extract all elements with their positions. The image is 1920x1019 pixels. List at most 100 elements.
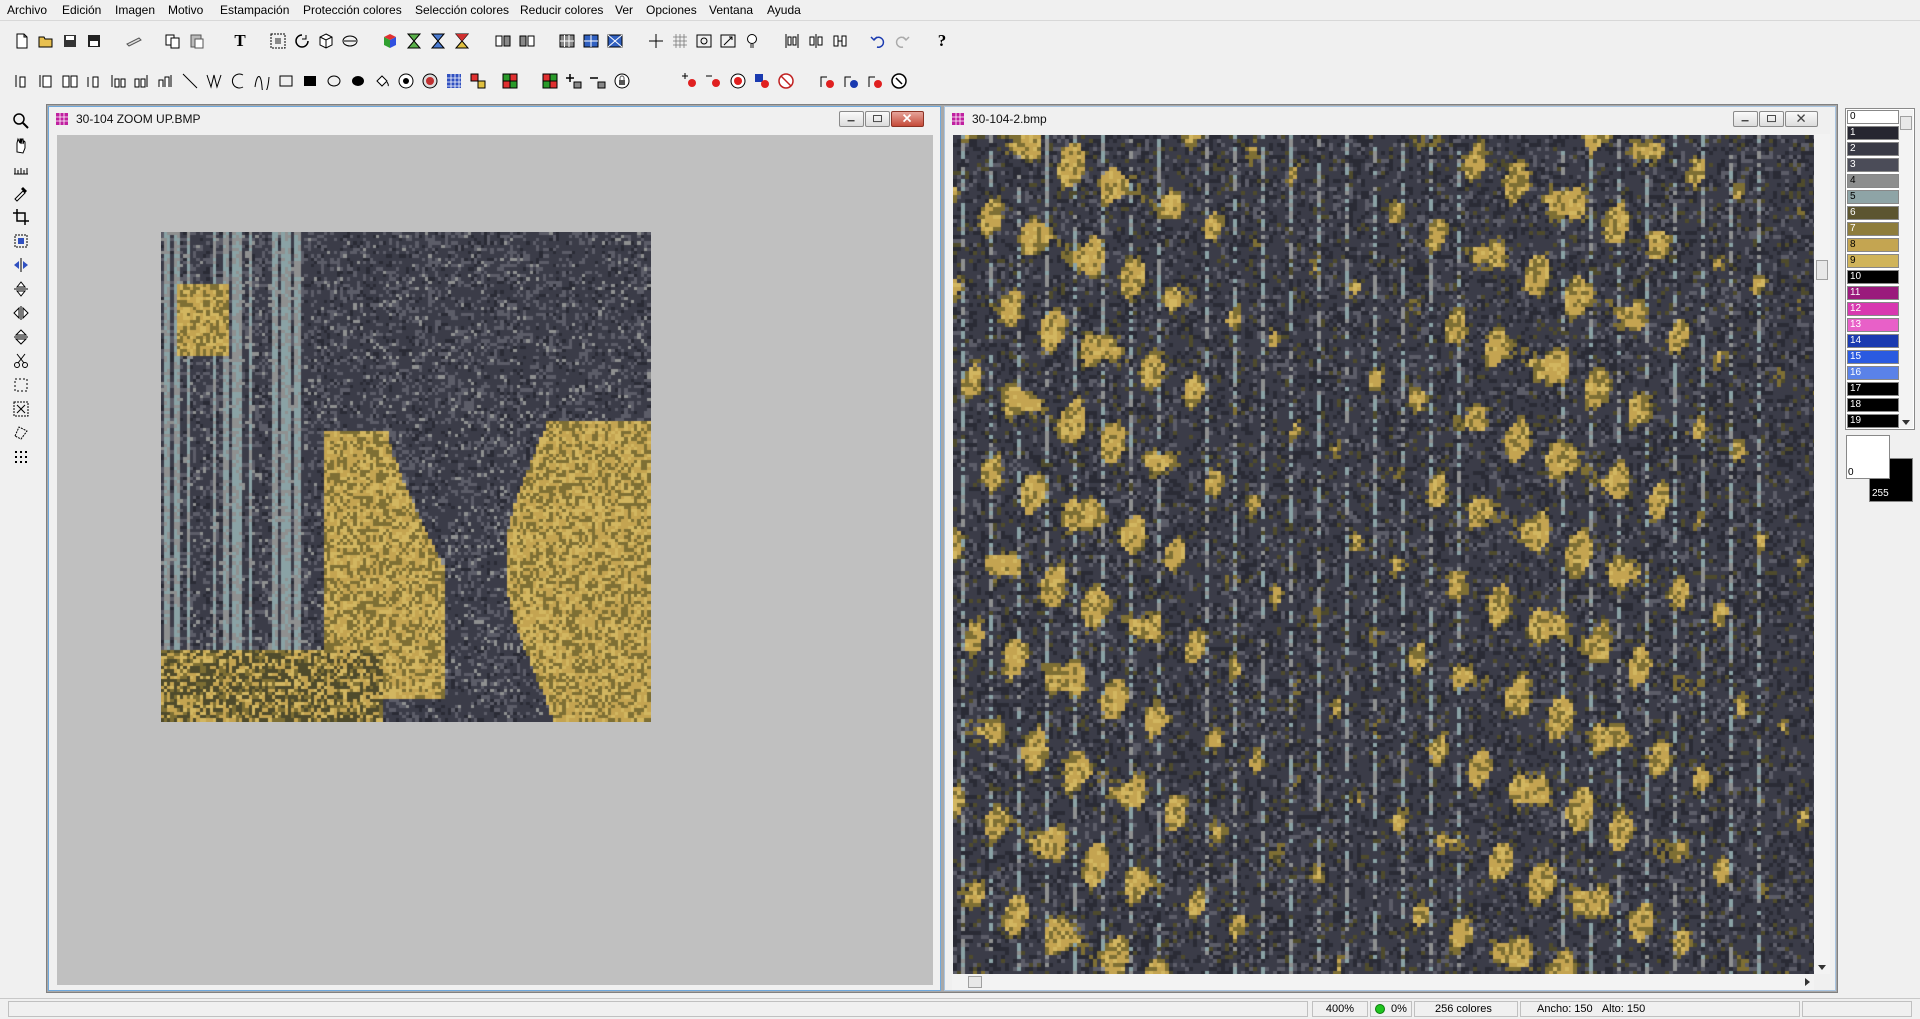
color-grid-button[interactable] (500, 70, 520, 92)
menu-archivo[interactable]: Archivo (7, 3, 47, 17)
open-file-button[interactable] (36, 30, 56, 52)
palette-scroll-thumb[interactable] (1900, 116, 1912, 130)
dither-button[interactable] (444, 70, 464, 92)
airbrush-button[interactable] (156, 70, 176, 92)
rectangle-button[interactable] (276, 70, 296, 92)
add-lock-button[interactable] (564, 70, 584, 92)
horizontal-scrollbar[interactable] (952, 974, 1814, 990)
view-tile-button[interactable] (581, 30, 601, 52)
polyline-button[interactable] (204, 70, 224, 92)
palette-scroll-down-icon[interactable] (1902, 420, 1910, 426)
palette-swatch[interactable]: 4 (1847, 174, 1899, 188)
image-window-zoom[interactable]: 30-104 ZOOM UP.BMP (48, 106, 941, 991)
flip-tool[interactable] (10, 302, 32, 324)
measure-button[interactable] (694, 30, 714, 52)
menu-proteccion-colores[interactable]: Protección colores (303, 3, 402, 17)
save-button[interactable] (84, 30, 104, 52)
menu-ver[interactable]: Ver (615, 3, 633, 17)
show-grid-button[interactable] (670, 30, 690, 52)
maximize-button[interactable] (1759, 111, 1784, 127)
horizontal-scroll-thumb[interactable] (968, 976, 982, 988)
image-window-full[interactable]: 30-104-2.bmp (944, 106, 1836, 991)
pan-tool[interactable] (10, 134, 32, 156)
crosshair-button[interactable] (646, 30, 666, 52)
menu-opciones[interactable]: Opciones (646, 3, 697, 17)
menu-estampacion[interactable]: Estampación (220, 3, 289, 17)
palette-swatch[interactable]: 14 (1847, 334, 1899, 348)
cut-selection-tool[interactable] (10, 398, 32, 420)
help-button[interactable]: ? (932, 30, 952, 52)
lasso-tool[interactable] (10, 422, 32, 444)
mirror-horizontal-tool[interactable] (10, 254, 32, 276)
zoomed-image-canvas[interactable] (161, 232, 651, 722)
align-left-button[interactable] (782, 30, 802, 52)
pencil-2px-button[interactable] (36, 70, 56, 92)
eyedropper-tool[interactable] (10, 182, 32, 204)
maximize-button[interactable] (865, 111, 890, 127)
minimize-button[interactable] (1733, 111, 1758, 127)
menu-edicion[interactable]: Edición (62, 3, 101, 17)
light-button[interactable] (742, 30, 762, 52)
pattern-button[interactable] (340, 30, 360, 52)
pencil-3px-button[interactable] (60, 70, 80, 92)
zoom-tool[interactable] (10, 110, 32, 132)
undo-button[interactable] (868, 30, 888, 52)
lock-toggle-button[interactable] (612, 70, 632, 92)
ruler-tool[interactable] (10, 158, 32, 180)
stamp-red-button[interactable] (452, 30, 472, 52)
menu-seleccion-colores[interactable]: Selección colores (415, 3, 509, 17)
crop-tool[interactable] (10, 206, 32, 228)
close-button[interactable] (1785, 111, 1818, 127)
save-as-button[interactable] (60, 30, 80, 52)
color-grid-2-button[interactable] (540, 70, 560, 92)
palette-swatch[interactable]: 16 (1847, 366, 1899, 380)
3d-view-button[interactable] (316, 30, 336, 52)
zoom-canvas-area[interactable] (57, 135, 933, 985)
new-file-button[interactable] (12, 30, 32, 52)
copy-button[interactable] (163, 30, 183, 52)
window-title-bar[interactable]: 30-104-2.bmp (945, 107, 1835, 131)
menu-ayuda[interactable]: Ayuda (767, 3, 801, 17)
palette-swatch[interactable]: 1 (1847, 126, 1899, 140)
paste-button[interactable] (187, 30, 207, 52)
flip-vertical-tool[interactable] (10, 326, 32, 348)
palette-swatch[interactable]: 2 (1847, 142, 1899, 156)
menu-ventana[interactable]: Ventana (709, 3, 753, 17)
color-target-button[interactable] (728, 70, 748, 92)
brush-large-button[interactable] (132, 70, 152, 92)
add-color-button[interactable] (680, 70, 700, 92)
close-button[interactable] (891, 111, 924, 127)
flip-red-button[interactable] (865, 70, 885, 92)
palette-swatch[interactable]: 10 (1847, 270, 1899, 284)
dot-grid-tool[interactable] (10, 446, 32, 468)
scroll-right-arrow-icon[interactable] (1804, 977, 1812, 987)
line-button[interactable] (180, 70, 200, 92)
scan-button[interactable] (124, 30, 144, 52)
palette-swatch[interactable]: 12 (1847, 302, 1899, 316)
color-replace-button[interactable] (396, 70, 416, 92)
palette-swatch[interactable]: 3 (1847, 158, 1899, 172)
pencil-1px-button[interactable] (12, 70, 32, 92)
remove-color-button[interactable] (704, 70, 724, 92)
menu-motivo[interactable]: Motivo (168, 3, 203, 17)
resize-button[interactable] (718, 30, 738, 52)
view-grid-button[interactable] (557, 30, 577, 52)
menu-imagen[interactable]: Imagen (115, 3, 155, 17)
stamp-green-button[interactable] (404, 30, 424, 52)
brush-small-button[interactable] (84, 70, 104, 92)
full-canvas-area[interactable] (953, 135, 1814, 975)
cut-tool[interactable] (10, 350, 32, 372)
palette-swatch[interactable]: 11 (1847, 286, 1899, 300)
full-image-canvas[interactable] (953, 135, 1814, 975)
palette-swatch[interactable]: 13 (1847, 318, 1899, 332)
fill-button[interactable] (372, 70, 392, 92)
palette-swatch[interactable]: 18 (1847, 398, 1899, 412)
arc-button[interactable] (228, 70, 248, 92)
palette-swatch[interactable]: 6 (1847, 206, 1899, 220)
color-pair-button[interactable] (468, 70, 488, 92)
dashed-select-tool[interactable] (10, 374, 32, 396)
curve-button[interactable] (252, 70, 272, 92)
color-cube-button[interactable] (380, 30, 400, 52)
scroll-down-arrow-icon[interactable] (1817, 964, 1827, 972)
repeat-pattern-button[interactable] (493, 30, 513, 52)
